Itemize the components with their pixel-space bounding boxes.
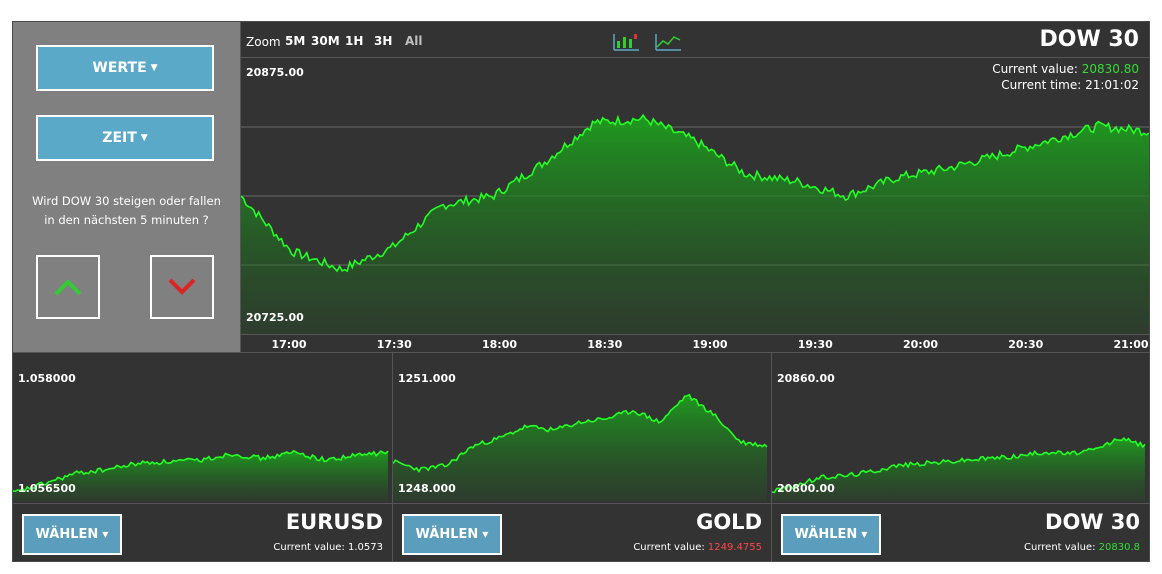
x-axis: 17:00 17:30 18:00 18:30 19:00 19:30 20:00 20:30… bbox=[241, 334, 1149, 352]
main-area-chart bbox=[241, 113, 1149, 334]
instrument-card-eurusd: 1.058000 1.056500 WÄHLEN ▼ EURUSD Curren… bbox=[13, 352, 392, 562]
current-value: 1.0573 bbox=[348, 542, 383, 553]
chevron-down-icon: ▼ bbox=[140, 133, 148, 143]
waehlen-button[interactable]: WÄHLEN ▼ bbox=[402, 514, 502, 555]
current-value-label: Current value: bbox=[1024, 542, 1096, 553]
chevron-down-icon: ▼ bbox=[861, 530, 868, 539]
predict-down-button[interactable] bbox=[150, 255, 214, 319]
chevron-down-icon: ▼ bbox=[102, 530, 109, 539]
series-area bbox=[241, 115, 1149, 334]
chevron-down-icon: ▼ bbox=[150, 63, 158, 73]
chart-toolbar: Zoom 5M 30M 1H 3H All DOW 30 bbox=[241, 22, 1149, 58]
mini-chart-dow30: 20860.00 20800.00 bbox=[772, 353, 1149, 503]
instrument-current-value: Current value: 20830.8 bbox=[1024, 542, 1140, 553]
prediction-question: Wird DOW 30 steigen oder fallen in den n… bbox=[23, 192, 230, 230]
instrument-footer: WÄHLEN ▼ GOLD Current value: 1249.4755 bbox=[393, 503, 771, 562]
waehlen-button[interactable]: WÄHLEN ▼ bbox=[22, 514, 122, 555]
instrument-symbol: GOLD bbox=[696, 510, 762, 534]
chevron-up-icon bbox=[54, 279, 82, 296]
question-line-2: in den nächsten 5 minuten ? bbox=[44, 213, 209, 227]
x-tick-label: 17:30 bbox=[376, 338, 412, 351]
x-tick-label: 19:00 bbox=[692, 338, 728, 351]
predict-up-button[interactable] bbox=[36, 255, 100, 319]
mini-area-chart bbox=[772, 436, 1146, 501]
mini-y-min-label: 1248.000 bbox=[398, 482, 456, 495]
current-value-label: Current value: bbox=[633, 542, 705, 553]
x-tick-label: 19:30 bbox=[797, 338, 833, 351]
instrument-current-value: Current value: 1.0573 bbox=[273, 542, 383, 553]
zoom-30m[interactable]: 30M bbox=[311, 34, 340, 48]
trading-widget: WERTE ▼ ZEIT ▼ Wird DOW 30 steigen oder … bbox=[12, 21, 1150, 562]
instrument-current-value: Current value: 1249.4755 bbox=[633, 542, 762, 553]
x-tick-label: 18:00 bbox=[481, 338, 518, 351]
waehlen-label: WÄHLEN bbox=[794, 527, 858, 542]
waehlen-label: WÄHLEN bbox=[415, 527, 479, 542]
waehlen-button[interactable]: WÄHLEN ▼ bbox=[781, 514, 881, 555]
x-tick-label: 21:00 bbox=[1113, 338, 1149, 351]
zeit-dropdown-button[interactable]: ZEIT ▼ bbox=[36, 115, 214, 161]
zoom-label: Zoom bbox=[246, 35, 281, 49]
instrument-symbol: EURUSD bbox=[285, 510, 383, 534]
prediction-panel: WERTE ▼ ZEIT ▼ Wird DOW 30 steigen oder … bbox=[13, 22, 240, 352]
instrument-footer: WÄHLEN ▼ EURUSD Current value: 1.0573 bbox=[13, 503, 392, 562]
mini-y-min-label: 1.056500 bbox=[18, 482, 76, 495]
zoom-1h[interactable]: 1H bbox=[345, 34, 363, 48]
candlestick-chart-icon[interactable] bbox=[612, 31, 640, 53]
mini-chart-eurusd: 1.058000 1.056500 bbox=[13, 353, 392, 503]
zoom-all[interactable]: All bbox=[405, 34, 423, 48]
x-tick-label: 17:00 bbox=[271, 338, 307, 351]
instrument-symbol: DOW 30 bbox=[1045, 510, 1140, 534]
zeit-label: ZEIT bbox=[102, 130, 137, 146]
line-chart-icon[interactable] bbox=[654, 31, 682, 53]
instrument-card-gold: 1251.000 1248.000 WÄHLEN ▼ GOLD Current … bbox=[392, 352, 771, 562]
chevron-down-icon bbox=[168, 278, 196, 295]
chevron-down-icon: ▼ bbox=[482, 530, 489, 539]
zoom-5m[interactable]: 5M bbox=[285, 34, 305, 48]
x-tick-label: 18:30 bbox=[587, 338, 623, 351]
current-value: 1249.4755 bbox=[707, 542, 762, 553]
mini-y-min-label: 20800.00 bbox=[777, 482, 835, 495]
mini-area-chart bbox=[393, 393, 768, 501]
question-line-1: Wird DOW 30 steigen oder fallen bbox=[32, 194, 221, 208]
instrument-card-dow30: 20860.00 20800.00 WÄHLEN ▼ DOW 30 Curren… bbox=[771, 352, 1149, 562]
zoom-3h[interactable]: 3H bbox=[374, 34, 392, 48]
waehlen-label: WÄHLEN bbox=[35, 527, 99, 542]
mini-chart-gold: 1251.000 1248.000 bbox=[393, 353, 771, 503]
current-value-label: Current value: bbox=[273, 542, 345, 553]
x-tick-label: 20:00 bbox=[902, 338, 939, 351]
mini-area-chart bbox=[13, 449, 389, 501]
main-chart-panel: Zoom 5M 30M 1H 3H All DOW 30 Current val… bbox=[240, 22, 1149, 352]
current-value: 20830.8 bbox=[1098, 542, 1140, 553]
y-axis-min-label: 20725.00 bbox=[246, 311, 304, 324]
werte-dropdown-button[interactable]: WERTE ▼ bbox=[36, 45, 214, 91]
main-chart-title: DOW 30 bbox=[1039, 27, 1139, 52]
werte-label: WERTE bbox=[92, 60, 147, 76]
instrument-footer: WÄHLEN ▼ DOW 30 Current value: 20830.8 bbox=[772, 503, 1149, 562]
x-tick-label: 20:30 bbox=[1008, 338, 1044, 351]
